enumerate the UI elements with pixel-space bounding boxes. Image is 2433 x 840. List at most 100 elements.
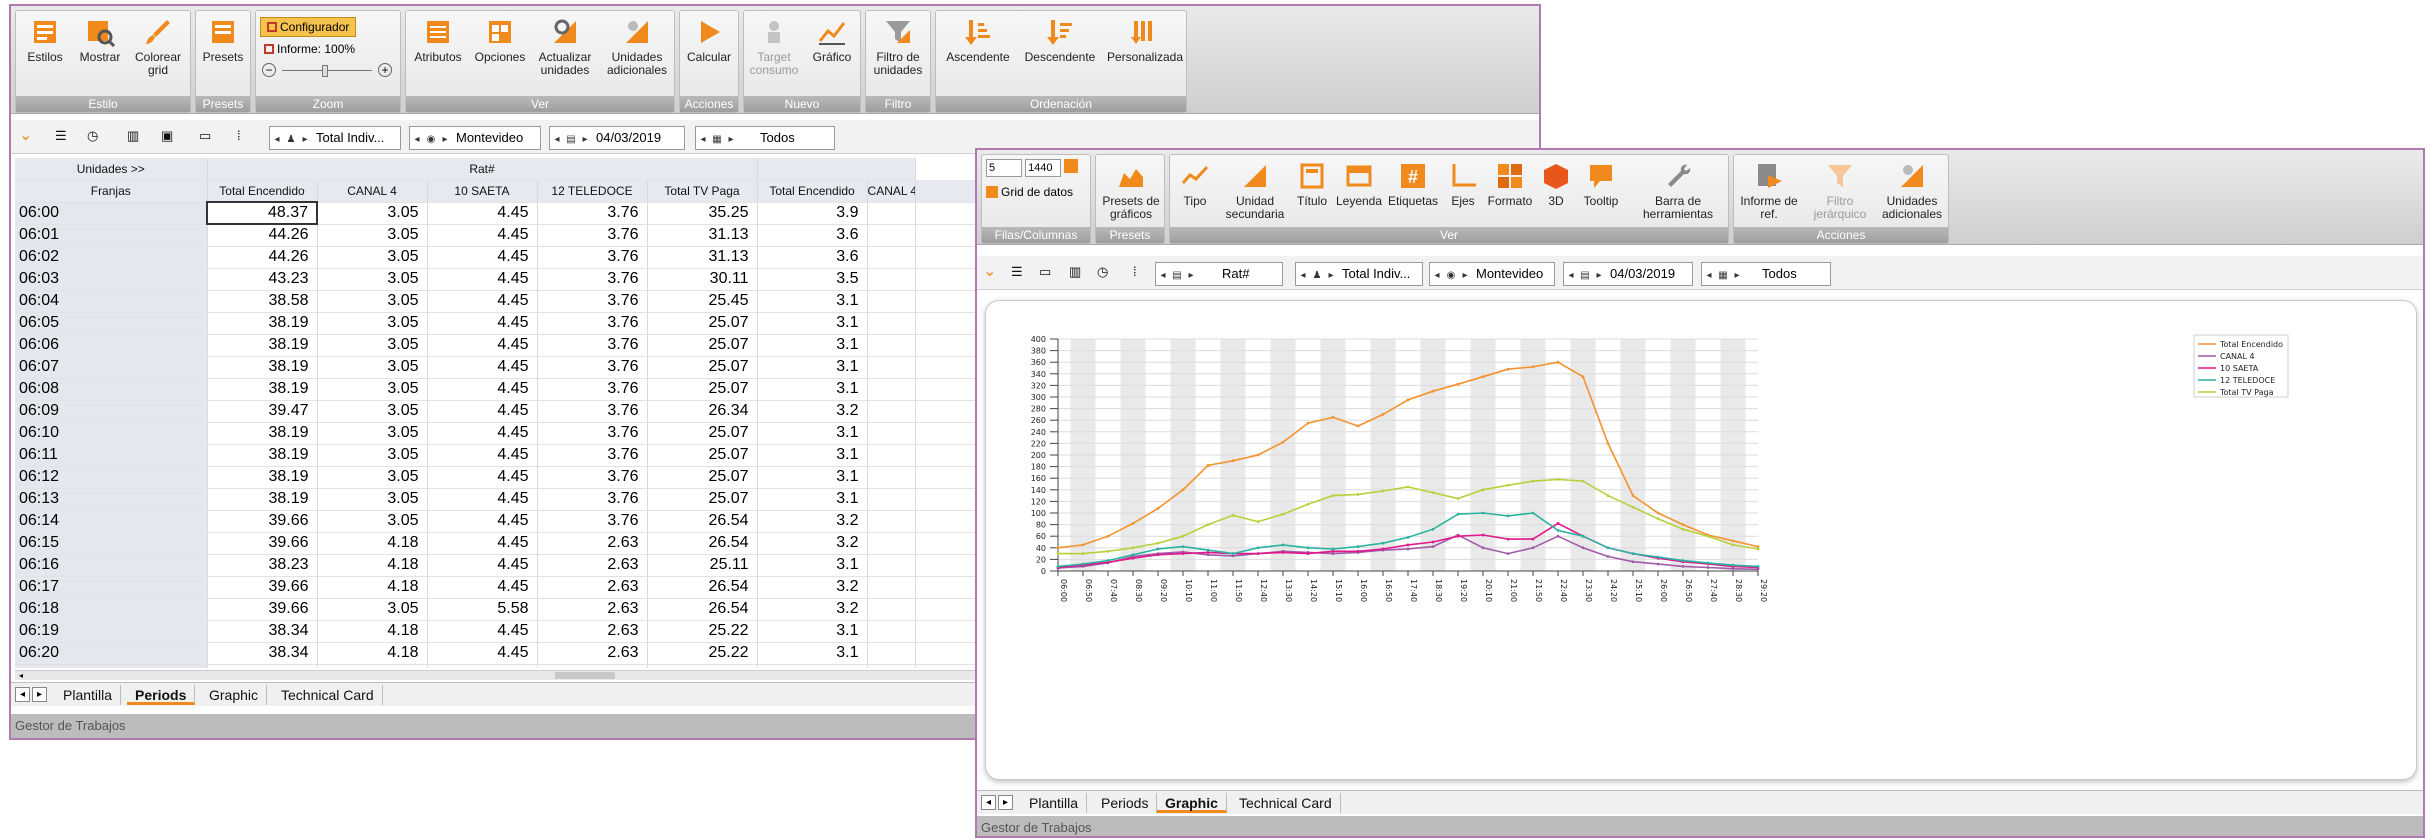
table-cell[interactable]: 3.1 xyxy=(757,444,868,467)
table-cell[interactable]: 26.54 xyxy=(647,510,758,533)
table-cell[interactable]: 25.07 xyxy=(647,444,758,467)
table-cell[interactable]: 39.66 xyxy=(207,510,318,533)
collapse-chevron-icon[interactable]: ⌄ xyxy=(19,126,32,148)
table-cell[interactable]: 25.45 xyxy=(647,290,758,313)
row-header-time[interactable]: 06:18 xyxy=(15,598,208,621)
grid-dots-icon[interactable]: ⁞ xyxy=(1133,262,1137,284)
date-selector[interactable]: ◂ ▤ ▸ 04/03/2019 xyxy=(549,126,685,150)
table-cell[interactable]: 2.63 xyxy=(537,664,648,668)
window-icon[interactable]: ▣ xyxy=(161,126,173,148)
mostrar-button[interactable]: Mostrar xyxy=(74,17,126,64)
table-cell[interactable]: 3.2 xyxy=(757,532,868,555)
tab-next-icon[interactable]: ▸ xyxy=(32,687,47,702)
next-arrow-icon[interactable]: ▸ xyxy=(438,129,452,151)
day-selector[interactable]: ◂ ▦ ▸ Todos xyxy=(695,126,835,150)
table-cell[interactable]: 3.1 xyxy=(757,290,868,313)
table-cell[interactable]: 3.05 xyxy=(317,202,428,225)
table-cell[interactable]: 3.1 xyxy=(757,488,868,511)
table-cell[interactable]: 31.13 xyxy=(647,224,758,247)
table-cell[interactable]: 2.63 xyxy=(537,576,648,599)
table-cell[interactable]: 3.76 xyxy=(537,422,648,445)
row-header-time[interactable]: 06:01 xyxy=(15,224,208,247)
table-cell[interactable]: 3.05 xyxy=(317,510,428,533)
tab-next-icon[interactable]: ▸ xyxy=(998,795,1013,810)
table-cell[interactable]: 4.45 xyxy=(427,576,538,599)
table-cell[interactable]: 38.19 xyxy=(207,334,318,357)
table-cell[interactable]: 4.45 xyxy=(427,510,538,533)
table-cell[interactable]: 3.1 xyxy=(757,334,868,357)
table-cell[interactable]: 25.11 xyxy=(647,554,758,577)
table-cell[interactable]: 31.13 xyxy=(647,246,758,269)
row-header-time[interactable]: 06:02 xyxy=(15,246,208,269)
table-cell[interactable]: 26.54 xyxy=(647,532,758,555)
table-cell[interactable]: 3.76 xyxy=(537,312,648,335)
table-icon[interactable] xyxy=(1064,159,1079,173)
table-cell[interactable]: 3.6 xyxy=(757,246,868,269)
table-cell[interactable]: 3.05 xyxy=(317,422,428,445)
table-cell[interactable]: 3.1 xyxy=(757,642,868,665)
filtro-jerarquico-button[interactable]: Filtro jerárquico xyxy=(1806,161,1874,221)
table-cell[interactable]: 4.45 xyxy=(427,224,538,247)
table-cell[interactable]: 3.1 xyxy=(757,620,868,643)
row-header-time[interactable]: 06:15 xyxy=(15,532,208,555)
table-cell[interactable]: 2.63 xyxy=(537,620,648,643)
table-cell[interactable]: 38.34 xyxy=(207,620,318,643)
clock-icon[interactable]: ◷ xyxy=(87,126,98,148)
unidades-adicionales-button[interactable]: Unidades adicionales xyxy=(602,17,672,77)
table-cell[interactable]: 4.18 xyxy=(317,620,428,643)
tab-plantilla[interactable]: Plantilla xyxy=(1021,793,1088,813)
table-cell[interactable]: 23.60 xyxy=(647,664,758,668)
table-cell[interactable]: 38.19 xyxy=(207,488,318,511)
row-header-time[interactable]: 06:21 xyxy=(15,664,208,668)
tab-graphic[interactable]: Graphic xyxy=(1157,793,1227,813)
table-cell[interactable]: 4.45 xyxy=(427,664,538,668)
ascendente-button[interactable]: Ascendente xyxy=(940,17,1016,64)
table-cell[interactable]: 4.45 xyxy=(427,422,538,445)
table-cell[interactable]: 3.76 xyxy=(537,246,648,269)
row-header-time[interactable]: 06:07 xyxy=(15,356,208,379)
titulo-button[interactable]: Título xyxy=(1290,161,1334,208)
table-cell[interactable]: 4.45 xyxy=(427,290,538,313)
table-cell[interactable]: 3.05 xyxy=(317,378,428,401)
table-cell[interactable]: 26.34 xyxy=(647,400,758,423)
etiquetas-button[interactable]: # Etiquetas xyxy=(1384,161,1442,208)
row-header-time[interactable]: 06:20 xyxy=(15,642,208,665)
table-cell[interactable]: 3.76 xyxy=(537,224,648,247)
table-cell[interactable]: 3.05 xyxy=(317,334,428,357)
prev-arrow-icon[interactable]: ◂ xyxy=(1564,265,1578,287)
row-header-time[interactable]: 06:16 xyxy=(15,554,208,577)
table-cell[interactable]: 2.63 xyxy=(537,642,648,665)
tab-periods[interactable]: Periods xyxy=(1093,793,1158,813)
presets-button[interactable]: Presets xyxy=(196,17,250,64)
table-cell[interactable]: 4.45 xyxy=(427,312,538,335)
data-grid[interactable]: Unidades >> Rat# Franjas Total Encendido… xyxy=(15,158,1015,668)
table-cell[interactable]: 2.63 xyxy=(537,598,648,621)
column-header[interactable]: 10 SAETA xyxy=(427,180,538,203)
table-cell[interactable]: 3.2 xyxy=(757,576,868,599)
table-cell[interactable]: 4.45 xyxy=(427,268,538,291)
table-cell[interactable]: 4.45 xyxy=(427,554,538,577)
table-cell[interactable]: 3.76 xyxy=(537,334,648,357)
zoom-out-icon[interactable]: − xyxy=(262,63,276,77)
table-cell[interactable]: 38.34 xyxy=(207,642,318,665)
table-cell[interactable]: 39.66 xyxy=(207,576,318,599)
list-view-icon[interactable]: ☰ xyxy=(55,126,67,148)
monitor-icon[interactable]: ▭ xyxy=(1039,262,1051,284)
unit-selector[interactable]: ◂ ▤ ▸ Rat# xyxy=(1155,262,1283,286)
table-cell[interactable]: 3.05 xyxy=(317,466,428,489)
informe-ref-button[interactable]: Informe de ref. xyxy=(1734,161,1804,221)
cols-input[interactable]: 1440 xyxy=(1025,159,1062,177)
configurador-button[interactable]: Configurador xyxy=(260,17,357,37)
table-cell[interactable]: 3.2 xyxy=(757,400,868,423)
table-cell[interactable]: 25.07 xyxy=(647,378,758,401)
row-header-time[interactable]: 06:11 xyxy=(15,444,208,467)
tab-plantilla[interactable]: Plantilla xyxy=(55,685,122,705)
chart-target-selector[interactable]: ◂ ♟ ▸ Total Indiv... xyxy=(1295,262,1423,286)
table-cell[interactable]: 38.19 xyxy=(207,466,318,489)
table-cell[interactable]: 3.2 xyxy=(757,510,868,533)
table-cell[interactable]: 25.07 xyxy=(647,422,758,445)
table-cell[interactable]: 4.45 xyxy=(427,444,538,467)
prev-arrow-icon[interactable]: ◂ xyxy=(1156,265,1170,287)
region-selector[interactable]: ◂ ◉ ▸ Montevideo xyxy=(409,126,541,150)
table-cell[interactable]: 4.18 xyxy=(317,532,428,555)
